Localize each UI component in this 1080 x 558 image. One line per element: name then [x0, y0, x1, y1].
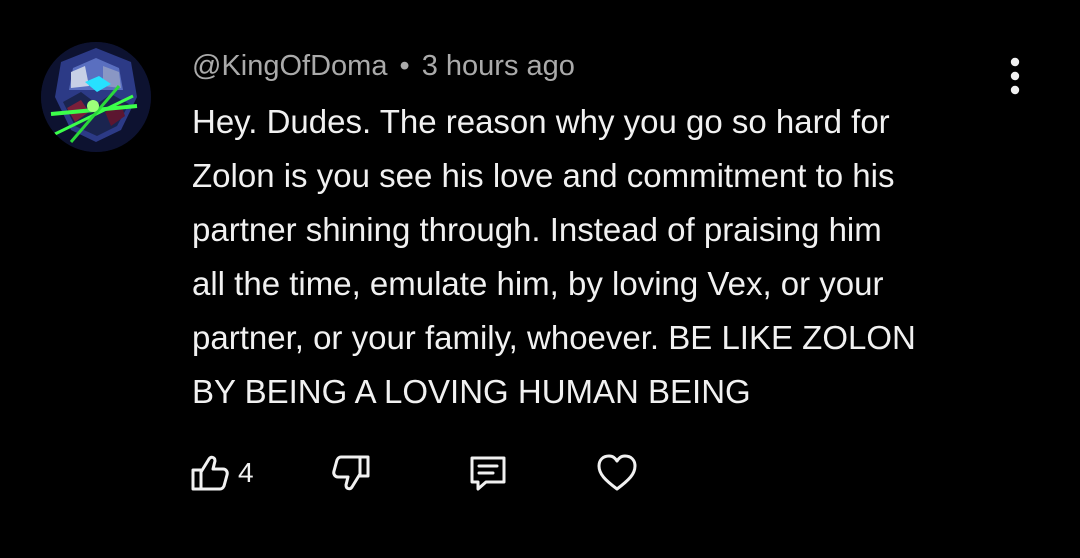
avatar[interactable] — [41, 42, 151, 152]
avatar-image — [41, 42, 151, 152]
heart-button[interactable] — [595, 450, 639, 496]
heart-icon — [597, 454, 637, 491]
like-button[interactable]: 4 — [190, 450, 254, 496]
comment-icon — [470, 456, 506, 491]
thumbs-up-icon — [191, 455, 229, 491]
comment-card: @KingOfDoma • 3 hours ago Hey. Dudes. Th… — [0, 0, 1080, 558]
reply-button[interactable] — [466, 450, 510, 496]
comment-meta: @KingOfDoma • 3 hours ago — [192, 48, 575, 84]
comment-body: Hey. Dudes. The reason why you go so har… — [192, 103, 916, 410]
dislike-button[interactable] — [330, 450, 372, 496]
meta-separator: • — [399, 50, 410, 82]
author-name[interactable]: @KingOfDoma — [192, 50, 387, 82]
thumbs-down-icon — [332, 455, 370, 491]
comment-actions: 4 — [0, 450, 1080, 500]
comment-timestamp[interactable]: 3 hours ago — [422, 50, 575, 82]
like-count: 4 — [238, 457, 254, 488]
